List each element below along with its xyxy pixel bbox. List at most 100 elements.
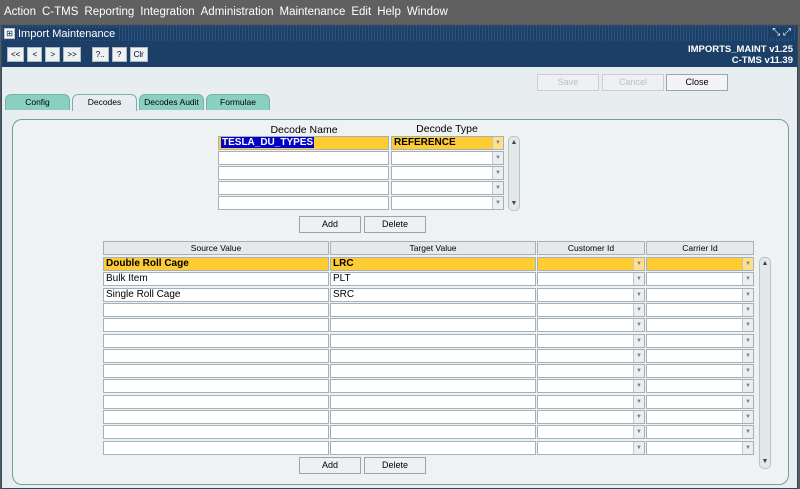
target-value-field[interactable] — [330, 302, 536, 317]
carrier-id-select[interactable]: ▼ — [646, 364, 754, 379]
chevron-down-icon[interactable]: ▼ — [633, 319, 644, 332]
chevron-down-icon[interactable]: ▼ — [742, 303, 753, 316]
chevron-down-icon[interactable]: ▼ — [742, 426, 753, 439]
customer-id-select[interactable]: ▼ — [537, 257, 645, 271]
prev-record-button[interactable]: < — [27, 46, 43, 62]
next-record-button[interactable]: > — [45, 46, 61, 62]
scroll-down-icon[interactable]: ▼ — [509, 198, 519, 210]
source-value-field[interactable]: Bulk Item — [103, 272, 329, 287]
decode-add-button[interactable]: Add — [299, 216, 361, 233]
chevron-down-icon[interactable]: ▼ — [742, 380, 753, 393]
decode-type-select[interactable]: ▼ — [391, 196, 504, 210]
value-delete-button[interactable]: Delete — [364, 457, 426, 474]
carrier-id-select[interactable]: ▼ — [646, 348, 754, 363]
help-button[interactable]: ? — [111, 46, 127, 62]
carrier-id-select[interactable]: ▼ — [646, 379, 754, 394]
decode-name-field[interactable] — [218, 166, 389, 180]
close-button[interactable]: Close — [666, 74, 728, 91]
carrier-id-select[interactable]: ▼ — [646, 257, 754, 271]
target-value-field[interactable] — [330, 440, 536, 455]
tab-config[interactable]: Config — [5, 94, 70, 110]
customer-id-select[interactable]: ▼ — [537, 364, 645, 379]
menu-window[interactable]: Window — [407, 6, 448, 18]
customer-id-select[interactable]: ▼ — [537, 302, 645, 317]
chevron-down-icon[interactable]: ▼ — [492, 137, 503, 149]
decode-scrollbar[interactable]: ▲ ▼ — [508, 136, 520, 211]
menu-help[interactable]: Help — [377, 6, 401, 18]
chevron-down-icon[interactable]: ▼ — [742, 334, 753, 347]
chevron-down-icon[interactable]: ▼ — [492, 197, 503, 209]
decode-name-field[interactable] — [218, 151, 389, 165]
chevron-down-icon[interactable]: ▼ — [742, 365, 753, 378]
target-value-field[interactable]: PLT — [330, 272, 536, 287]
target-value-field[interactable]: LRC — [330, 257, 536, 271]
target-value-field[interactable] — [330, 333, 536, 348]
carrier-id-select[interactable]: ▼ — [646, 410, 754, 424]
chevron-down-icon[interactable]: ▼ — [633, 334, 644, 347]
carrier-id-select[interactable]: ▼ — [646, 302, 754, 317]
tab-formulae[interactable]: Formulae — [206, 94, 270, 110]
target-value-field[interactable] — [330, 364, 536, 379]
customer-id-select[interactable]: ▼ — [537, 394, 645, 409]
chevron-down-icon[interactable]: ▼ — [633, 349, 644, 362]
chevron-down-icon[interactable]: ▼ — [492, 182, 503, 194]
cancel-button[interactable]: Cancel — [602, 74, 664, 91]
source-value-field[interactable] — [103, 425, 329, 440]
chevron-down-icon[interactable]: ▼ — [633, 273, 644, 286]
chevron-down-icon[interactable]: ▼ — [742, 441, 753, 454]
decode-name-field[interactable] — [218, 196, 389, 210]
chevron-down-icon[interactable]: ▼ — [492, 152, 503, 164]
source-value-field[interactable] — [103, 364, 329, 379]
source-value-field[interactable]: Double Roll Cage — [103, 257, 329, 271]
target-value-field[interactable] — [330, 394, 536, 409]
scroll-down-icon[interactable]: ▼ — [760, 456, 770, 468]
carrier-id-select[interactable]: ▼ — [646, 272, 754, 287]
save-button[interactable]: Save — [537, 74, 599, 91]
customer-id-select[interactable]: ▼ — [537, 333, 645, 348]
source-value-field[interactable]: Single Roll Cage — [103, 287, 329, 302]
customer-id-select[interactable]: ▼ — [537, 379, 645, 394]
target-value-field[interactable] — [330, 348, 536, 363]
chevron-down-icon[interactable]: ▼ — [492, 167, 503, 179]
target-value-field[interactable] — [330, 318, 536, 333]
source-value-field[interactable] — [103, 302, 329, 317]
tab-decodes-audit[interactable]: Decodes Audit — [139, 94, 204, 110]
chevron-down-icon[interactable]: ▼ — [742, 288, 753, 301]
carrier-id-select[interactable]: ▼ — [646, 333, 754, 348]
decode-name-field[interactable] — [218, 181, 389, 195]
chevron-down-icon[interactable]: ▼ — [742, 273, 753, 286]
chevron-down-icon[interactable]: ▼ — [633, 411, 644, 423]
window-controls-icon[interactable]: ⤡ ⤢ — [770, 27, 793, 38]
target-value-field[interactable] — [330, 379, 536, 394]
source-value-field[interactable] — [103, 410, 329, 424]
chevron-down-icon[interactable]: ▼ — [633, 365, 644, 378]
carrier-id-select[interactable]: ▼ — [646, 425, 754, 440]
customer-id-select[interactable]: ▼ — [537, 348, 645, 363]
tab-decodes[interactable]: Decodes — [72, 94, 137, 111]
first-record-button[interactable]: << — [7, 46, 25, 62]
source-value-field[interactable] — [103, 394, 329, 409]
menu-administration[interactable]: Administration — [201, 6, 274, 18]
target-value-field[interactable] — [330, 425, 536, 440]
chevron-down-icon[interactable]: ▼ — [742, 258, 753, 270]
customer-id-select[interactable]: ▼ — [537, 272, 645, 287]
chevron-down-icon[interactable]: ▼ — [633, 303, 644, 316]
menu-integration[interactable]: Integration — [140, 6, 194, 18]
chevron-down-icon[interactable]: ▼ — [742, 349, 753, 362]
target-value-field[interactable]: SRC — [330, 287, 536, 302]
source-value-field[interactable] — [103, 333, 329, 348]
chevron-down-icon[interactable]: ▼ — [633, 288, 644, 301]
scroll-up-icon[interactable]: ▲ — [509, 137, 519, 149]
values-scrollbar[interactable]: ▲ ▼ — [759, 257, 771, 469]
customer-id-select[interactable]: ▼ — [537, 318, 645, 333]
source-value-field[interactable] — [103, 348, 329, 363]
clear-button[interactable]: Clr — [129, 46, 148, 62]
chevron-down-icon[interactable]: ▼ — [742, 411, 753, 423]
menu-action[interactable]: Action — [4, 6, 36, 18]
customer-id-select[interactable]: ▼ — [537, 287, 645, 302]
chevron-down-icon[interactable]: ▼ — [633, 395, 644, 408]
carrier-id-select[interactable]: ▼ — [646, 394, 754, 409]
carrier-id-select[interactable]: ▼ — [646, 318, 754, 333]
source-value-field[interactable] — [103, 440, 329, 455]
customer-id-select[interactable]: ▼ — [537, 440, 645, 455]
